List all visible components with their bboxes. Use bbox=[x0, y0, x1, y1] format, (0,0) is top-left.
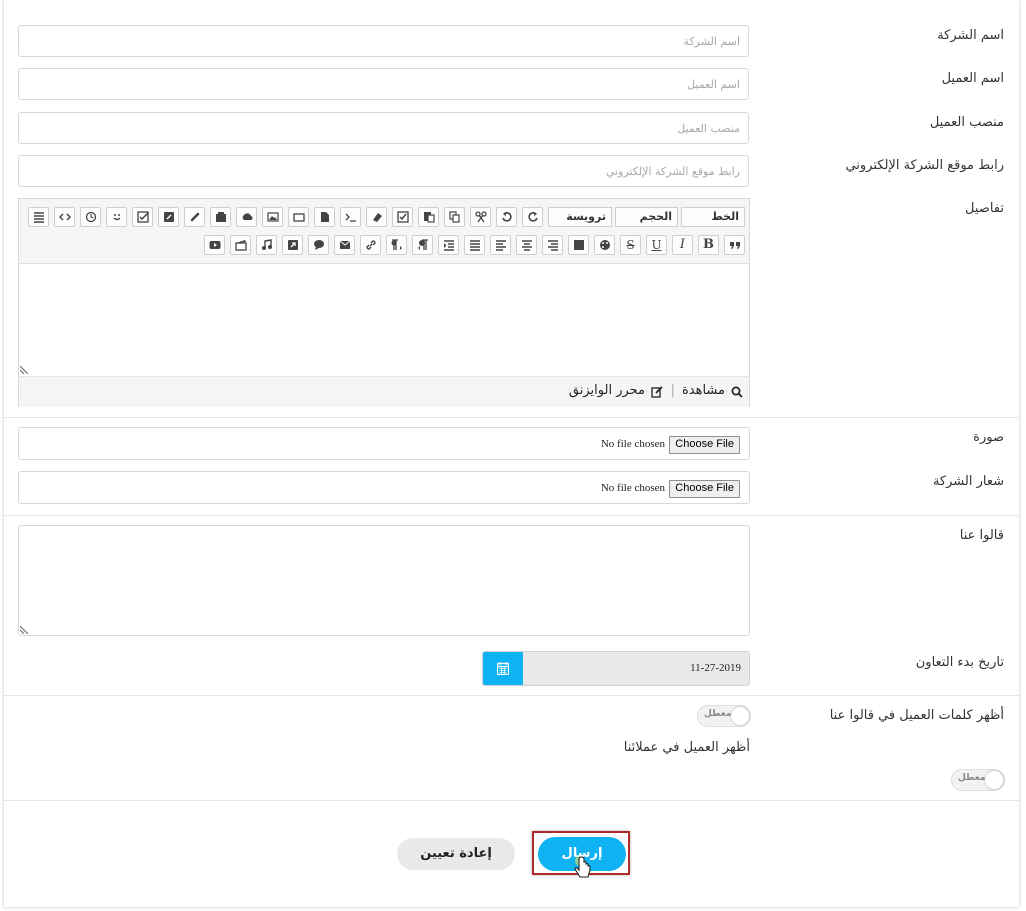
website-input[interactable] bbox=[18, 155, 749, 187]
details-label: تفاصيل bbox=[965, 201, 1004, 216]
image-icon[interactable] bbox=[262, 207, 283, 227]
indent-icon[interactable] bbox=[438, 235, 459, 255]
start-date-value: 11-27-2019 bbox=[690, 662, 741, 674]
company-name-input[interactable] bbox=[18, 25, 749, 57]
audio-icon[interactable] bbox=[256, 235, 277, 255]
underline-button[interactable]: U bbox=[646, 235, 667, 255]
align-left-icon[interactable] bbox=[490, 235, 511, 255]
testimonial-textarea[interactable] bbox=[18, 525, 750, 636]
show-client-toggle[interactable]: معطل bbox=[951, 769, 1005, 791]
image-file-input[interactable]: Choose File No file chosen bbox=[18, 427, 750, 460]
align-justify-icon[interactable] bbox=[464, 235, 485, 255]
wysiwyg-link[interactable]: محرر الوايزنق bbox=[569, 383, 645, 398]
comment-icon[interactable] bbox=[308, 235, 329, 255]
upload-icon[interactable] bbox=[236, 207, 257, 227]
client-name-label: اسم العميل bbox=[941, 71, 1004, 86]
edit-icon[interactable] bbox=[158, 207, 179, 227]
eraser-icon[interactable] bbox=[366, 207, 387, 227]
show-client-label: أظهر العميل في عملائنا bbox=[623, 740, 750, 755]
website-label: رابط موقع الشركة الإلكتروني bbox=[845, 158, 1004, 173]
testimonial-label: قالوا عنا bbox=[959, 528, 1004, 543]
details-editor: الخط الحجم ترويسة B I U S مشاهدة | محرر … bbox=[18, 198, 750, 407]
logo-choose-file-button[interactable]: Choose File bbox=[669, 480, 740, 498]
logo-file-status: No file chosen bbox=[600, 482, 665, 494]
show-testimonial-label: أظهر كلمات العميل في قالوا عنا bbox=[829, 708, 1004, 723]
footer-separator: | bbox=[670, 383, 675, 398]
redo-icon[interactable] bbox=[522, 207, 543, 227]
start-date-picker[interactable]: 11-27-2019 bbox=[482, 651, 750, 686]
resize-grip-icon[interactable] bbox=[20, 366, 28, 374]
undo-icon[interactable] bbox=[496, 207, 517, 227]
search-icon bbox=[731, 386, 743, 398]
resize-grip-icon[interactable] bbox=[20, 626, 28, 634]
editor-footer: مشاهدة | محرر الوايزنق bbox=[19, 376, 749, 407]
paste-text-icon[interactable] bbox=[392, 207, 413, 227]
history-icon[interactable] bbox=[80, 207, 101, 227]
divider bbox=[4, 800, 1019, 801]
paste-icon[interactable] bbox=[418, 207, 439, 227]
start-date-label: تاريخ بدء التعاون bbox=[915, 655, 1004, 670]
youtube-icon[interactable] bbox=[204, 235, 225, 255]
client-name-input[interactable] bbox=[18, 68, 749, 100]
size-select[interactable]: الحجم bbox=[615, 207, 678, 227]
strike-button[interactable]: S bbox=[620, 235, 641, 255]
paragraph-ltr-icon[interactable] bbox=[386, 235, 407, 255]
show-testimonial-toggle[interactable]: معطل bbox=[697, 705, 751, 727]
email-icon[interactable] bbox=[334, 235, 355, 255]
align-center-icon[interactable] bbox=[516, 235, 537, 255]
edit-icon bbox=[651, 386, 663, 398]
hand-cursor-icon bbox=[574, 856, 591, 878]
div-block-icon[interactable] bbox=[288, 207, 309, 227]
align-right-icon[interactable] bbox=[542, 235, 563, 255]
editor-content-area[interactable] bbox=[19, 264, 749, 376]
logo-label: شعار الشركة bbox=[932, 474, 1004, 489]
company-name-label: اسم الشركة bbox=[937, 28, 1004, 43]
code-block-icon[interactable] bbox=[340, 207, 361, 227]
checkbox-icon[interactable] bbox=[132, 207, 153, 227]
calendar-icon bbox=[497, 662, 509, 675]
source-code-icon[interactable] bbox=[54, 207, 75, 227]
hyperlink-icon[interactable] bbox=[360, 235, 381, 255]
divider bbox=[4, 695, 1019, 696]
logo-file-input[interactable]: Choose File No file chosen bbox=[18, 471, 750, 504]
palette-icon[interactable] bbox=[594, 235, 615, 255]
video-clip-icon[interactable] bbox=[230, 235, 251, 255]
preview-link[interactable]: مشاهدة bbox=[682, 383, 725, 398]
copy-icon[interactable] bbox=[444, 207, 465, 227]
document-icon[interactable] bbox=[314, 207, 335, 227]
heading-select[interactable]: ترويسة bbox=[548, 207, 612, 227]
cut-icon[interactable] bbox=[470, 207, 491, 227]
gallery-icon[interactable] bbox=[210, 207, 231, 227]
image-file-status: No file chosen bbox=[600, 438, 665, 450]
bold-button[interactable]: B bbox=[698, 235, 719, 255]
client-position-input[interactable] bbox=[18, 112, 749, 144]
client-position-label: منصب العميل bbox=[929, 115, 1004, 130]
divider bbox=[4, 515, 1019, 516]
calendar-button[interactable] bbox=[483, 652, 523, 685]
external-link-icon[interactable] bbox=[282, 235, 303, 255]
image-label: صورة bbox=[973, 430, 1004, 445]
reset-button[interactable]: إعادة تعيين bbox=[397, 838, 515, 870]
link-icon[interactable] bbox=[184, 207, 205, 227]
background-color-icon[interactable] bbox=[568, 235, 589, 255]
blockquote-icon[interactable] bbox=[724, 235, 745, 255]
divider bbox=[4, 417, 1019, 418]
paragraph-rtl-icon[interactable] bbox=[412, 235, 433, 255]
font-select[interactable]: الخط bbox=[681, 207, 745, 227]
emoji-icon[interactable] bbox=[106, 207, 127, 227]
italic-button[interactable]: I bbox=[672, 235, 693, 255]
menu-list-icon[interactable] bbox=[28, 207, 49, 227]
editor-toolbar: الخط الحجم ترويسة B I U S bbox=[19, 199, 749, 264]
image-choose-file-button[interactable]: Choose File bbox=[669, 436, 740, 454]
